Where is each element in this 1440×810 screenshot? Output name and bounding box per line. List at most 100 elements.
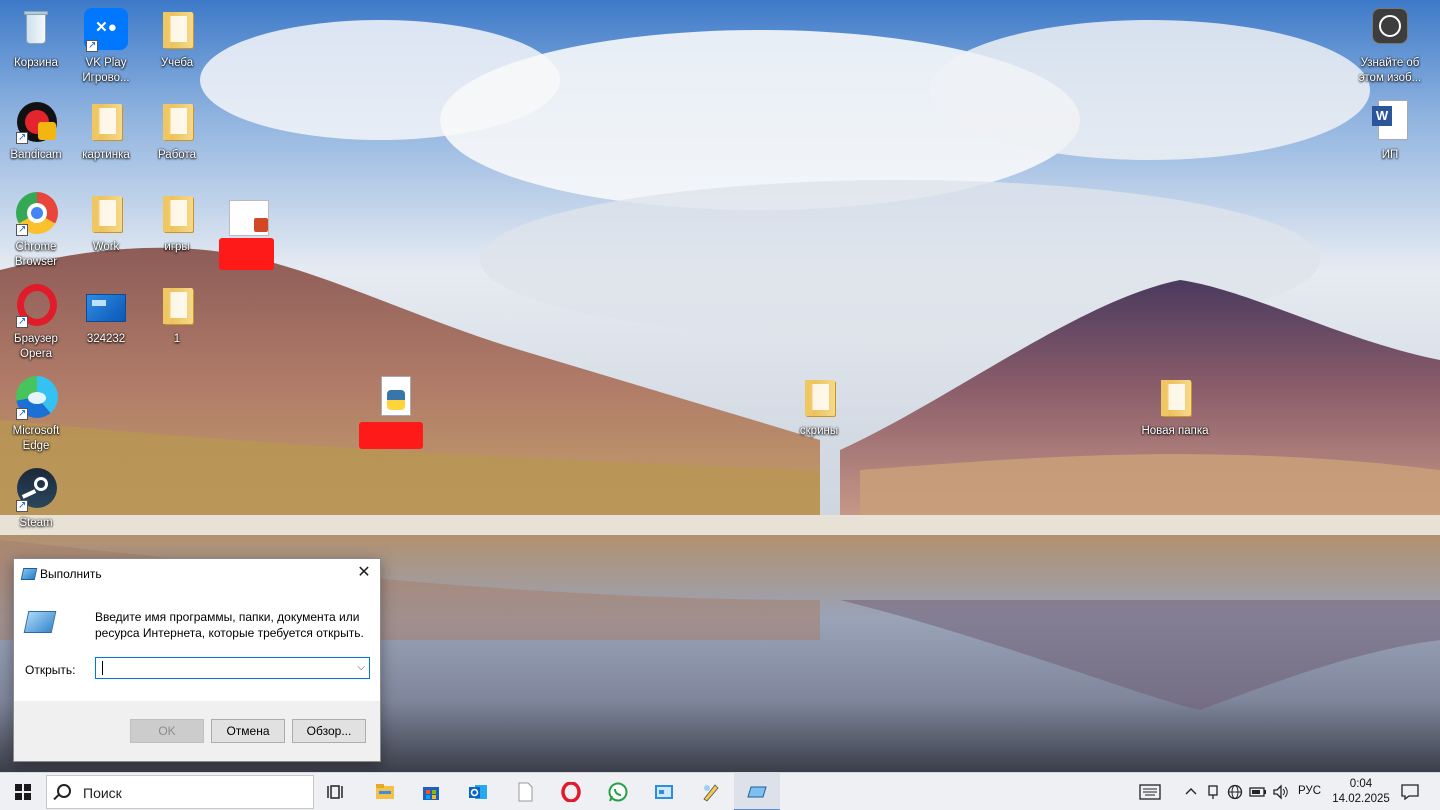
folder-icon bbox=[163, 288, 193, 324]
chevron-up-icon bbox=[1185, 788, 1197, 795]
desktop-icon-label: VK Play Игрово... bbox=[82, 57, 130, 84]
clock-time: 0:04 bbox=[1349, 778, 1373, 790]
edge-icon bbox=[14, 376, 58, 421]
open-label: Открыть: bbox=[25, 663, 76, 677]
battery-icon bbox=[1249, 787, 1266, 797]
tray-network[interactable] bbox=[1225, 773, 1245, 810]
desktop-icon-ip-document[interactable]: W ИП bbox=[1352, 100, 1428, 163]
desktop-icon-label: Браузер Opera bbox=[14, 333, 58, 360]
desktop-icon-1[interactable]: 1 bbox=[141, 284, 213, 347]
keyboard-icon bbox=[1139, 784, 1161, 800]
desktop-icon-igry[interactable]: игры bbox=[141, 192, 213, 255]
run-program-icon bbox=[23, 611, 57, 633]
desktop-icon-label: ИП bbox=[1381, 149, 1399, 161]
tray-clock[interactable]: 0:04 14.02.2025 bbox=[1326, 777, 1396, 807]
desktop-icon-rabota[interactable]: Работа bbox=[141, 100, 213, 163]
opera-icon bbox=[14, 284, 58, 329]
desktop-icon-324232[interactable]: 324232 bbox=[70, 284, 142, 347]
text-caret bbox=[102, 661, 103, 675]
recycle-bin-icon bbox=[14, 8, 58, 52]
redaction-mark bbox=[359, 422, 423, 449]
notepad-icon bbox=[518, 782, 533, 802]
taskbar-store[interactable] bbox=[408, 773, 454, 810]
desktop-icon-ucheba[interactable]: Учеба bbox=[141, 8, 213, 71]
folder-icon bbox=[92, 196, 122, 232]
desktop-icon-label: Новая папка bbox=[1141, 425, 1209, 437]
open-input[interactable]: ⌵ bbox=[95, 657, 370, 679]
desktop-icon-label: Chrome Browser bbox=[14, 241, 58, 268]
learn-image-icon bbox=[1368, 8, 1412, 52]
desktop-icon-chrome[interactable]: Chrome Browser bbox=[0, 192, 72, 270]
taskbar-control-panel[interactable] bbox=[641, 773, 687, 810]
steam-icon bbox=[14, 468, 58, 513]
redaction-mark bbox=[219, 238, 274, 270]
desktop-icon-work[interactable]: Work bbox=[70, 192, 142, 255]
shortcut-arrow-icon bbox=[16, 498, 28, 513]
search-placeholder: Поиск bbox=[83, 785, 122, 801]
folder-icon bbox=[163, 104, 193, 140]
control-panel-icon bbox=[655, 785, 673, 799]
globe-icon bbox=[1227, 784, 1243, 800]
desktop-icon-learn-about-image[interactable]: Узнайте об этом изоб... bbox=[1352, 8, 1428, 86]
tray-battery[interactable] bbox=[1248, 773, 1268, 810]
desktop-icon-kartinka[interactable]: картинка bbox=[70, 100, 142, 163]
cancel-button[interactable]: Отмена bbox=[211, 719, 285, 743]
shortcut-arrow-icon bbox=[16, 406, 28, 421]
taskbar-run[interactable] bbox=[734, 773, 780, 810]
tray-volume[interactable] bbox=[1271, 773, 1291, 810]
taskbar-outlook[interactable] bbox=[455, 773, 501, 810]
desktop-icon-opera[interactable]: Браузер Opera bbox=[0, 284, 72, 362]
speaker-icon bbox=[1273, 784, 1288, 800]
run-icon bbox=[747, 786, 767, 798]
taskbar-paint[interactable] bbox=[688, 773, 734, 810]
close-button[interactable]: ✕ bbox=[356, 565, 372, 581]
desktop-icon-python-file[interactable] bbox=[359, 376, 431, 424]
run-dialog-titlebar[interactable]: Выполнить bbox=[14, 559, 380, 589]
tray-keyboard-layout[interactable] bbox=[1136, 773, 1164, 810]
desktop-icon-steam[interactable]: Steam bbox=[0, 468, 72, 531]
desktop-icon-label: 324232 bbox=[86, 333, 126, 345]
browse-button[interactable]: Обзор... bbox=[292, 719, 366, 743]
chrome-icon bbox=[14, 192, 58, 237]
whatsapp-icon bbox=[608, 782, 628, 802]
ok-button[interactable]: OK bbox=[130, 719, 204, 743]
desktop-icon-label: Учеба bbox=[160, 57, 194, 69]
desktop-icon-bandicam[interactable]: Bandicam bbox=[0, 100, 72, 163]
desktop-icon-novaya-papka[interactable]: Новая папка bbox=[1138, 376, 1212, 439]
task-view-icon bbox=[327, 785, 343, 799]
desktop-icon-label: Microsoft Edge bbox=[12, 425, 60, 452]
taskbar-opera[interactable] bbox=[548, 773, 594, 810]
folder-icon bbox=[92, 104, 122, 140]
taskbar-file-explorer[interactable] bbox=[362, 773, 408, 810]
desktop-icon-label: Work bbox=[92, 241, 120, 253]
usb-device-icon bbox=[1208, 785, 1218, 799]
desktop-icon-label: Работа bbox=[158, 149, 196, 161]
desktop-icon-label: Корзина bbox=[14, 57, 58, 69]
desktop-icon-label: картинка bbox=[82, 149, 130, 161]
taskbar-notepad[interactable] bbox=[502, 773, 548, 810]
desktop-icon-label: скрины bbox=[799, 425, 839, 437]
tray-notifications[interactable] bbox=[1396, 773, 1424, 810]
run-icon bbox=[20, 568, 38, 580]
python-file-icon bbox=[373, 376, 417, 420]
notification-icon bbox=[1401, 784, 1419, 800]
close-icon: ✕ bbox=[357, 564, 371, 581]
start-button[interactable] bbox=[0, 773, 46, 810]
desktop-icon-skriny[interactable]: скрины bbox=[783, 376, 855, 439]
file-explorer-icon bbox=[376, 784, 394, 799]
tray-show-hidden-icons[interactable] bbox=[1182, 773, 1200, 810]
search-icon bbox=[57, 784, 71, 798]
taskbar-task-view[interactable] bbox=[314, 773, 360, 810]
tray-language[interactable]: РУС bbox=[1298, 785, 1321, 797]
taskbar-whatsapp[interactable] bbox=[595, 773, 641, 810]
taskbar-search-box[interactable]: Поиск bbox=[46, 775, 314, 809]
folder-icon bbox=[163, 12, 193, 48]
desktop-icon-vk-play[interactable]: ✕● VK Play Игрово... bbox=[70, 8, 142, 86]
desktop-icon-label: 1 bbox=[173, 333, 181, 345]
desktop-icon-recycle-bin[interactable]: Корзина bbox=[0, 8, 72, 71]
desktop-icon-edge[interactable]: Microsoft Edge bbox=[0, 376, 72, 454]
folder-icon bbox=[1161, 380, 1191, 416]
chevron-down-icon[interactable]: ⌵ bbox=[357, 662, 365, 673]
image-file-icon bbox=[84, 284, 128, 328]
tray-usb[interactable] bbox=[1204, 773, 1222, 810]
